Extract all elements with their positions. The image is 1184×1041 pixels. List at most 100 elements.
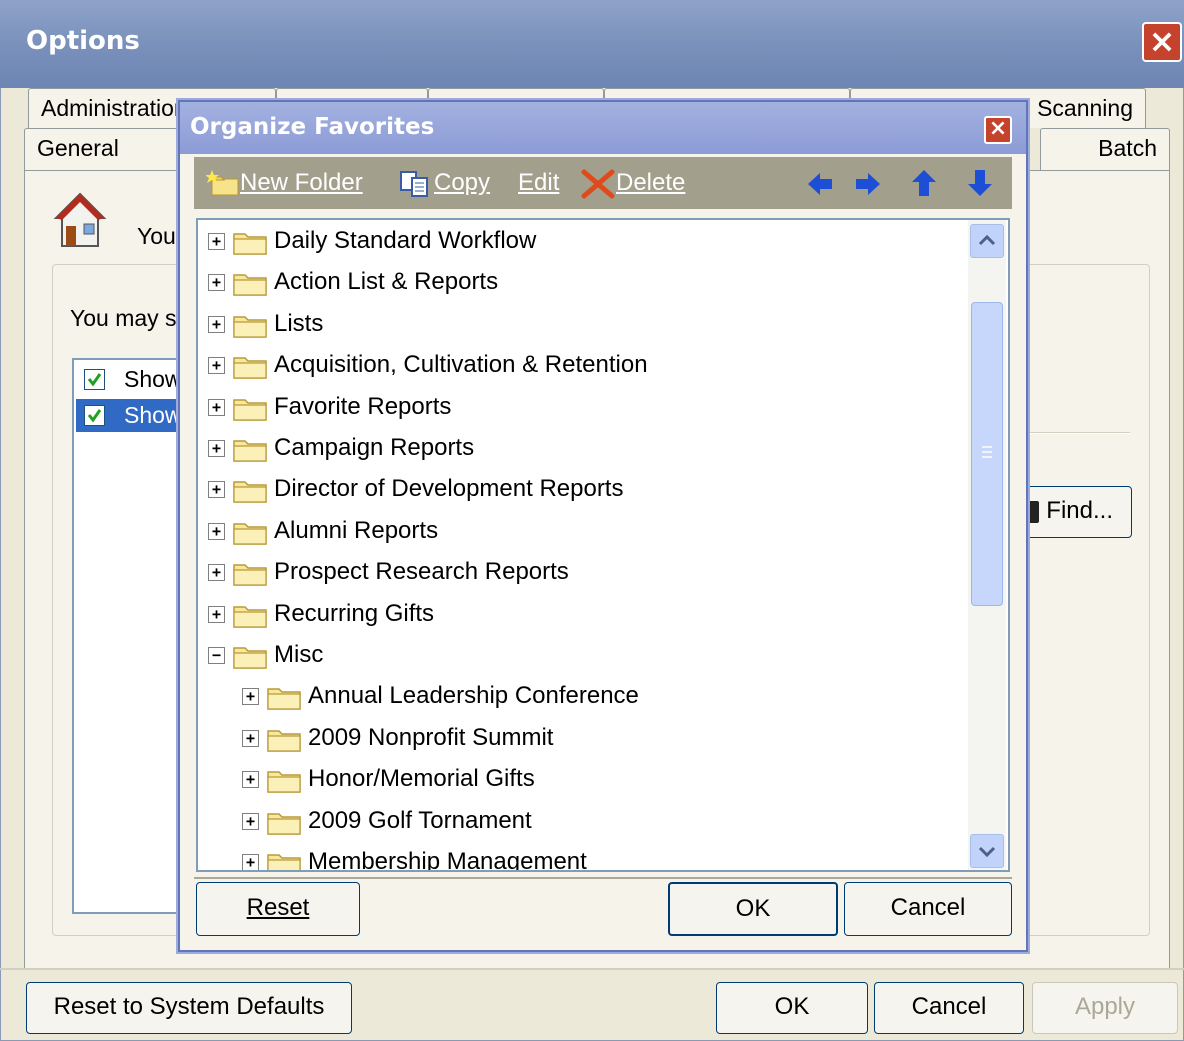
tree-node-label: Prospect Research Reports [274,558,569,586]
tree-node[interactable]: − Misc [208,636,966,674]
scroll-thumb[interactable] [971,302,1003,606]
tree-node-label: Alumni Reports [274,516,439,544]
scroll-down-button[interactable] [970,834,1004,868]
tab-batch[interactable]: Batch [1040,128,1170,171]
tree-node[interactable]: +2009 Nonprofit Summit [242,719,966,757]
find-button-label: Find... [1046,497,1113,524]
expand-icon[interactable]: + [208,274,225,292]
chevron-down-icon [978,846,996,858]
find-button[interactable]: Find... [1020,486,1132,538]
folder-icon [233,357,267,379]
copy-button[interactable]: Copy [398,164,490,202]
tree-node-label: Acquisition, Cultivation & Retention [274,351,648,379]
tree-node[interactable]: + Campaign Reports [208,429,966,467]
list-item[interactable]: Show [76,363,188,396]
checkbox-checked[interactable] [84,369,105,390]
bottom-separator [0,968,1184,970]
tree-node-label: Recurring Gifts [274,599,435,627]
folder-icon [267,730,301,752]
expand-icon[interactable]: + [208,564,225,582]
tree-node[interactable]: + Daily Standard Workflow [208,222,966,260]
list-item[interactable]: Show [76,399,188,432]
favorites-reset-label: Reset [246,894,310,921]
list-item-label: Show [124,402,182,428]
arrow-left-icon[interactable] [806,170,834,198]
arrow-right-icon[interactable] [854,170,882,198]
expand-icon[interactable]: + [242,688,259,706]
favorites-ok-button[interactable]: OK [668,882,838,936]
chevron-up-icon [978,234,996,246]
tree-node[interactable]: + Prospect Research Reports [208,553,966,591]
tree-node-label: Membership Management [308,848,587,870]
edit-button[interactable]: Edit [518,164,559,202]
expand-icon[interactable]: + [208,605,225,623]
delete-label: Delete [616,169,686,196]
tree-node-label: Director of Development Reports [274,475,624,503]
tree-node[interactable]: + Membership Management [242,843,966,870]
copy-label: Copy [434,169,491,196]
favorites-reset-button[interactable]: Reset [196,882,360,936]
group-description: You may s [70,305,177,331]
collapse-icon[interactable]: − [208,647,225,664]
scroll-up-button[interactable] [970,224,1004,258]
expand-icon[interactable]: + [208,440,225,457]
new-folder-button[interactable]: New Folder [205,164,363,202]
tree-node[interactable]: + Lists [208,305,966,343]
folder-icon [233,523,267,545]
options-close-button[interactable]: × [1142,22,1182,62]
tree-node[interactable]: + Acquisition, Cultivation & Retention [208,346,966,384]
copy-icon [400,170,428,197]
close-icon: × [988,116,1008,141]
expand-icon[interactable]: + [208,315,225,333]
tree-node-label: Favorite Reports [274,392,452,420]
tree-node[interactable]: + Action List & Reports [208,263,966,301]
apply-button[interactable]: Apply [1032,982,1178,1034]
tree-node[interactable]: + Recurring Gifts [208,595,966,633]
folder-icon [233,274,267,297]
checkbox-checked[interactable] [84,405,105,426]
options-listbox[interactable] [72,358,192,914]
favorites-cancel-button[interactable]: Cancel [844,882,1012,936]
options-cancel-button[interactable]: Cancel [874,982,1024,1034]
tree-node-label: 2009 Golf Tornament [308,806,532,834]
favorites-title: Organize Favorites [190,114,435,140]
list-item-label: Show [124,366,182,392]
tree-node-label: Honor/Memorial Gifts [308,765,535,793]
arrow-down-icon[interactable] [966,168,994,198]
tree-node-label: Campaign Reports [274,434,475,461]
tree-node[interactable]: + Honor/Memorial Gifts [242,760,966,798]
grip-icon [982,446,992,458]
tree-node[interactable]: +2009 Golf Tornament [242,802,966,840]
tab-general[interactable]: General [24,128,184,171]
folder-icon [233,233,267,255]
binoculars-icon [1027,501,1039,523]
folder-icon [233,605,267,628]
tree-node-label: Lists [274,309,324,337]
tree-node[interactable]: + Annual Leadership Conference [242,677,966,715]
expand-icon[interactable]: + [242,729,259,747]
arrow-up-icon[interactable] [910,168,938,198]
favorites-separator [194,877,1012,879]
favorites-close-button[interactable]: × [984,116,1012,144]
options-title-bar[interactable] [0,0,1184,88]
expand-icon[interactable]: + [208,481,225,499]
expand-icon[interactable]: + [208,357,225,375]
reset-to-defaults-label: Reset to System Defaults [53,993,325,1020]
expand-icon[interactable]: + [242,812,259,830]
tree-node[interactable]: + Alumni Reports [208,512,966,550]
reset-to-defaults-button[interactable]: Reset to System Defaults [26,982,352,1034]
tree-node[interactable]: + Director of Development Reports [208,470,966,508]
delete-button[interactable]: Delete [580,164,685,202]
tab-administration-label: Administration [41,95,187,121]
folder-icon [233,440,267,462]
expand-icon[interactable]: + [242,771,259,789]
folder-icon [233,398,267,421]
expand-icon[interactable]: + [208,233,225,250]
close-icon: × [1148,22,1176,60]
expand-icon[interactable]: + [208,398,225,416]
tree-node[interactable]: + Favorite Reports [208,388,966,426]
options-ok-button[interactable]: OK [716,982,868,1034]
folder-icon [233,647,267,669]
expand-icon[interactable]: + [242,854,259,870]
expand-icon[interactable]: + [208,522,225,540]
